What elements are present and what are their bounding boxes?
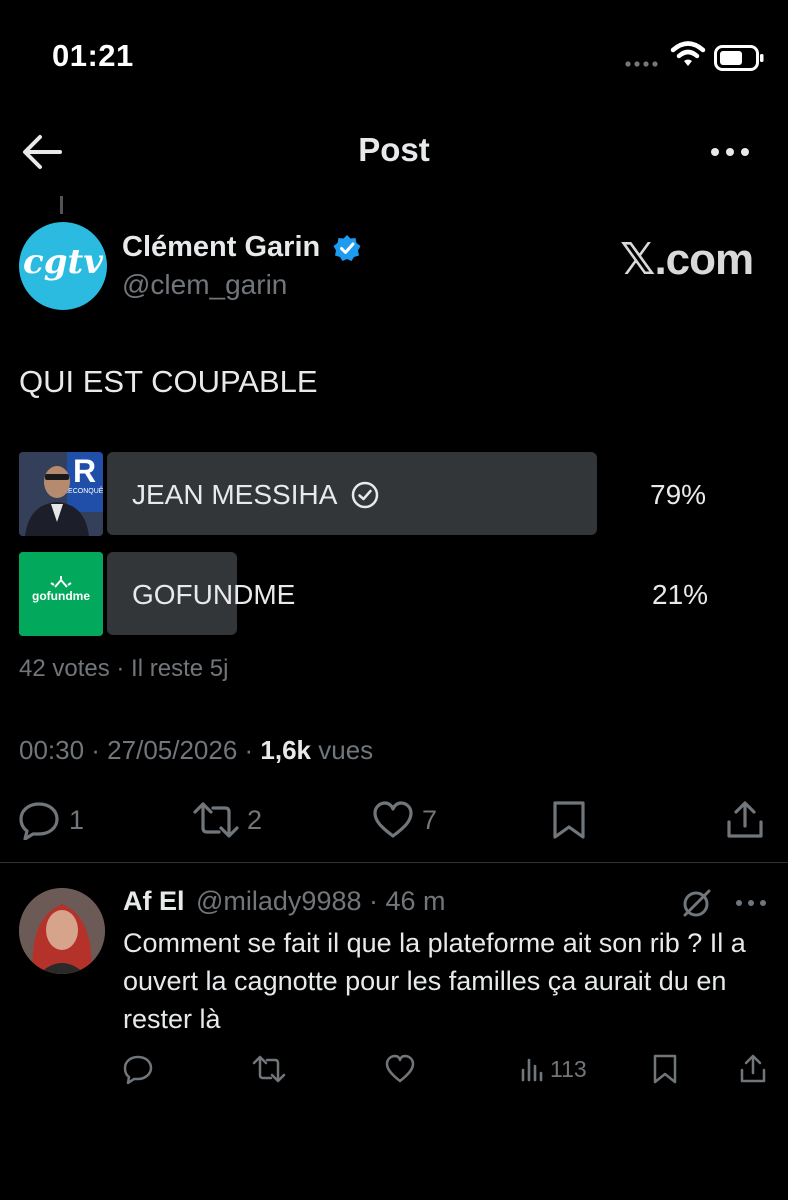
wifi-icon [670, 41, 706, 66]
reply-icon [19, 802, 59, 840]
reply-avatar-image [19, 888, 105, 974]
poll-meta: 42 votes · Il reste 5j [19, 655, 229, 682]
poll-option-text: JEAN MESSIHA [132, 479, 338, 510]
view-count: 1,6k [260, 735, 312, 765]
reply-icon [123, 1055, 153, 1084]
share-icon [727, 801, 763, 838]
post-timestamp-views: 00:30 · 27/05/2026 · 1,6k vues [19, 735, 373, 766]
portrait-image: R RECONQUÊ [19, 452, 103, 536]
page-title: Post [358, 131, 430, 168]
like-count: 7 [422, 804, 438, 835]
poll-percent-messiha: 79% [650, 479, 707, 510]
author-avatar[interactable]: cgtv [19, 222, 107, 310]
thread-line [60, 196, 63, 214]
x-com-watermark: 𝕏.com [620, 235, 754, 284]
avatar-logo-text: cgtv [23, 242, 103, 282]
author-handle[interactable]: @clem_garin [122, 269, 287, 301]
grok-icon[interactable] [681, 887, 713, 919]
gofundme-logo-text: gofundme [32, 589, 90, 603]
views-label: vues [311, 735, 374, 765]
check-circle-icon [351, 481, 379, 509]
author-name[interactable]: Clément Garin [122, 231, 320, 264]
poll-option-image-messiha: R RECONQUÊ [19, 452, 103, 536]
repost-button[interactable]: 2 [193, 800, 262, 840]
reply-share-button[interactable] [739, 1052, 767, 1086]
like-button[interactable]: 7 [372, 800, 437, 840]
bookmark-button[interactable] [551, 800, 587, 840]
reply-view-count: 113 [550, 1055, 587, 1082]
signal-icon [625, 61, 658, 67]
reply-author-handle[interactable]: @milady9988 · 46 m [196, 886, 446, 917]
reply-repost-button[interactable] [252, 1052, 286, 1086]
heart-icon [373, 801, 413, 838]
reply-text: Comment se fait il que la plateforme ait… [123, 928, 746, 1034]
repost-icon [252, 1055, 286, 1083]
reply-views-button[interactable]: 113 [520, 1052, 587, 1086]
heart-icon [385, 1054, 415, 1083]
reply-author-name[interactable]: Af El [123, 886, 185, 917]
battery-icon [714, 45, 764, 71]
views-chart-icon [521, 1058, 543, 1082]
verified-badge-icon [333, 235, 361, 261]
poll-option-label-messiha[interactable]: JEAN MESSIHA [132, 479, 337, 511]
svg-text:R: R [73, 453, 96, 489]
status-time: 01:21 [52, 38, 134, 73]
more-options-icon[interactable] [706, 140, 754, 164]
reply-button[interactable]: 1 [19, 800, 84, 840]
post-text: QUI EST COUPABLE [19, 364, 318, 399]
share-icon [740, 1054, 766, 1083]
post-timestamp: 00:30 · 27/05/2026 · [19, 735, 261, 765]
poll-percent-gofundme: 21% [652, 579, 709, 610]
gofundme-logo-icon: gofundme [19, 552, 103, 636]
repost-count: 2 [247, 804, 263, 835]
poll-option-image-gofundme: gofundme [19, 552, 103, 636]
reply-avatar[interactable] [19, 888, 105, 974]
bookmark-icon [553, 801, 585, 839]
poll-option-label-gofundme[interactable]: GOFUNDME [132, 579, 295, 611]
reply-count: 1 [69, 804, 85, 835]
reply-bookmark-button[interactable] [652, 1052, 678, 1086]
bookmark-icon [653, 1054, 677, 1084]
reply-reply-button[interactable] [123, 1052, 153, 1086]
share-button[interactable] [725, 800, 765, 840]
poll-option-text: GOFUNDME [132, 579, 296, 610]
reply-like-button[interactable] [385, 1052, 415, 1086]
repost-icon [193, 802, 239, 838]
divider [0, 862, 788, 863]
reply-more-icon[interactable] [735, 897, 767, 909]
